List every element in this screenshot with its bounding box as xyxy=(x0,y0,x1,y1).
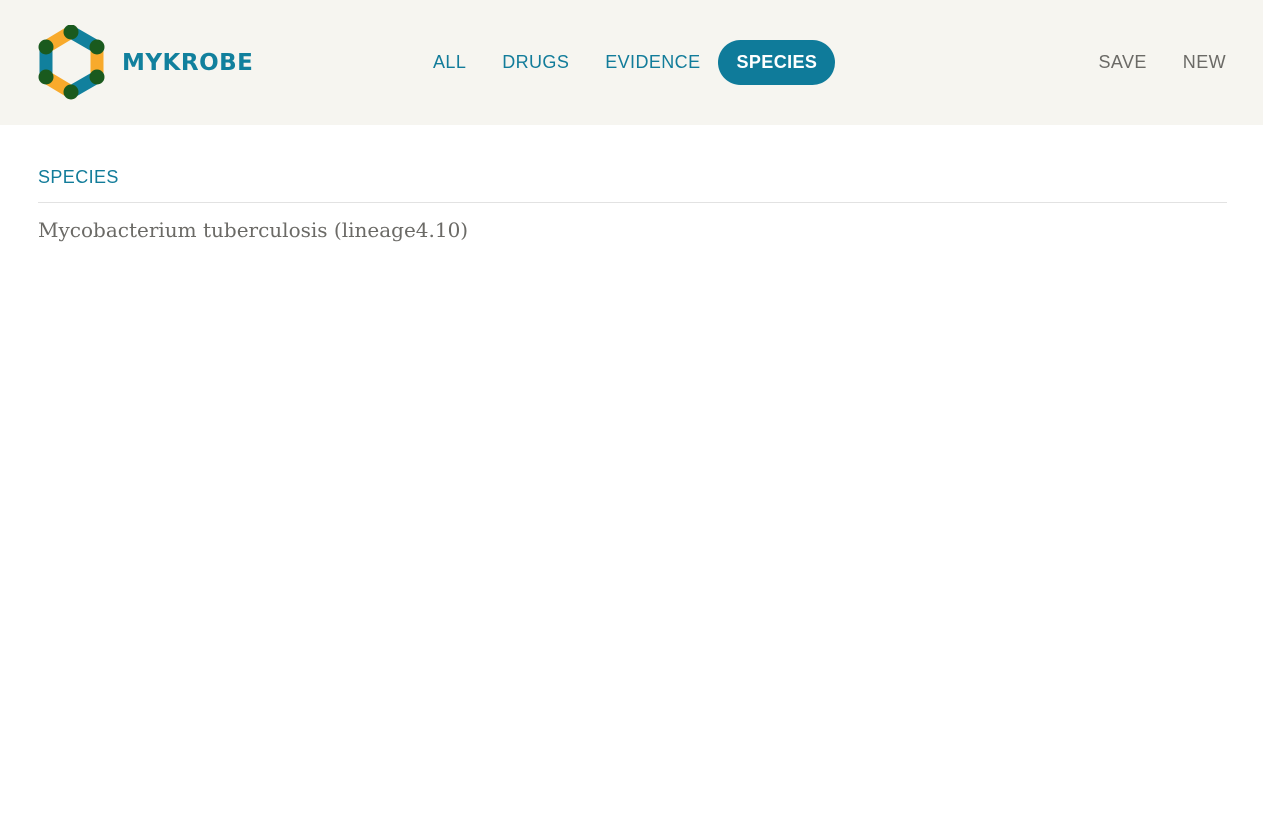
save-button[interactable]: SAVE xyxy=(1081,52,1165,73)
app-header: MYKROBE ALL DRUGS EVIDENCE SPECIES SAVE … xyxy=(0,0,1263,125)
result-tabs: ALL DRUGS EVIDENCE SPECIES xyxy=(415,40,836,85)
species-value: Mycobacterium tuberculosis (lineage4.10) xyxy=(38,218,469,242)
new-button[interactable]: NEW xyxy=(1165,52,1263,73)
brand-name: MYKROBE xyxy=(122,49,254,76)
mykrobe-hexagon-icon xyxy=(38,25,105,100)
tab-drugs[interactable]: DRUGS xyxy=(484,40,587,85)
tab-species[interactable]: SPECIES xyxy=(718,40,836,85)
tab-all[interactable]: ALL xyxy=(415,40,484,85)
species-panel: SPECIES Mycobacterium tuberculosis (line… xyxy=(38,165,1227,245)
section-title: SPECIES xyxy=(38,165,1227,203)
tab-evidence[interactable]: EVIDENCE xyxy=(587,40,718,85)
mykrobe-logo[interactable]: MYKROBE xyxy=(38,25,253,101)
header-actions: SAVE NEW xyxy=(1081,40,1263,85)
